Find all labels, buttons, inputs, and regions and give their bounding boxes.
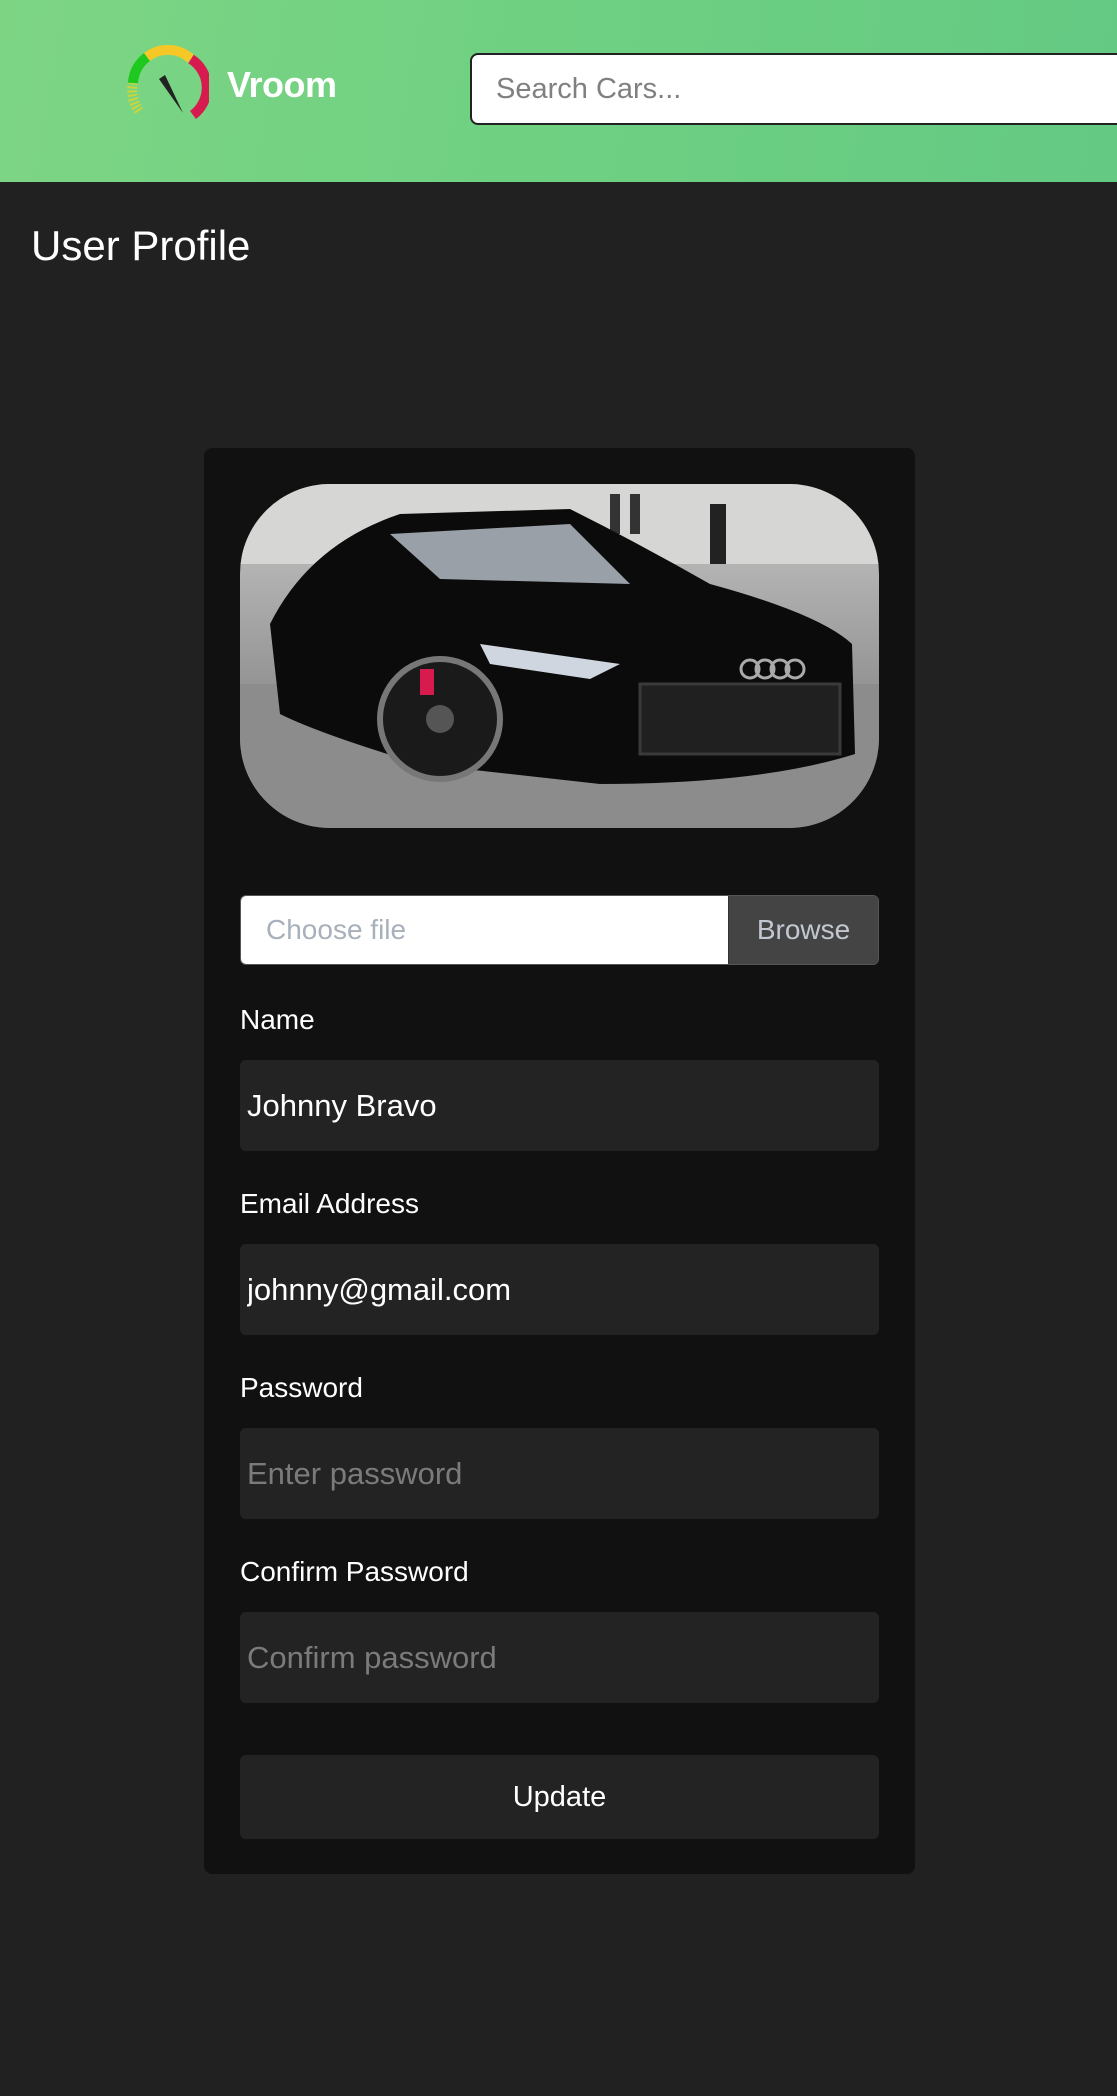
confirm-password-input[interactable]: [240, 1612, 879, 1703]
search-input[interactable]: [470, 53, 1117, 125]
browse-button[interactable]: Browse: [728, 896, 878, 964]
confirm-password-label: Confirm Password: [240, 1556, 469, 1587]
profile-image: [240, 484, 879, 828]
file-input[interactable]: Choose file: [241, 896, 728, 964]
email-input[interactable]: [240, 1244, 879, 1335]
page-title: User Profile: [31, 222, 251, 269]
file-upload[interactable]: Choose file Browse: [240, 895, 879, 965]
password-label: Password: [240, 1372, 363, 1403]
brand-name[interactable]: Vroom: [227, 64, 337, 106]
update-button[interactable]: Update: [240, 1755, 879, 1839]
email-label: Email Address: [240, 1188, 419, 1219]
top-navbar: Vroom: [0, 0, 1117, 182]
profile-card: Choose file Browse Name Email Address Pa…: [204, 448, 915, 1874]
name-input[interactable]: [240, 1060, 879, 1151]
speedometer-icon[interactable]: [125, 45, 209, 121]
password-input[interactable]: [240, 1428, 879, 1519]
name-label: Name: [240, 1004, 315, 1035]
